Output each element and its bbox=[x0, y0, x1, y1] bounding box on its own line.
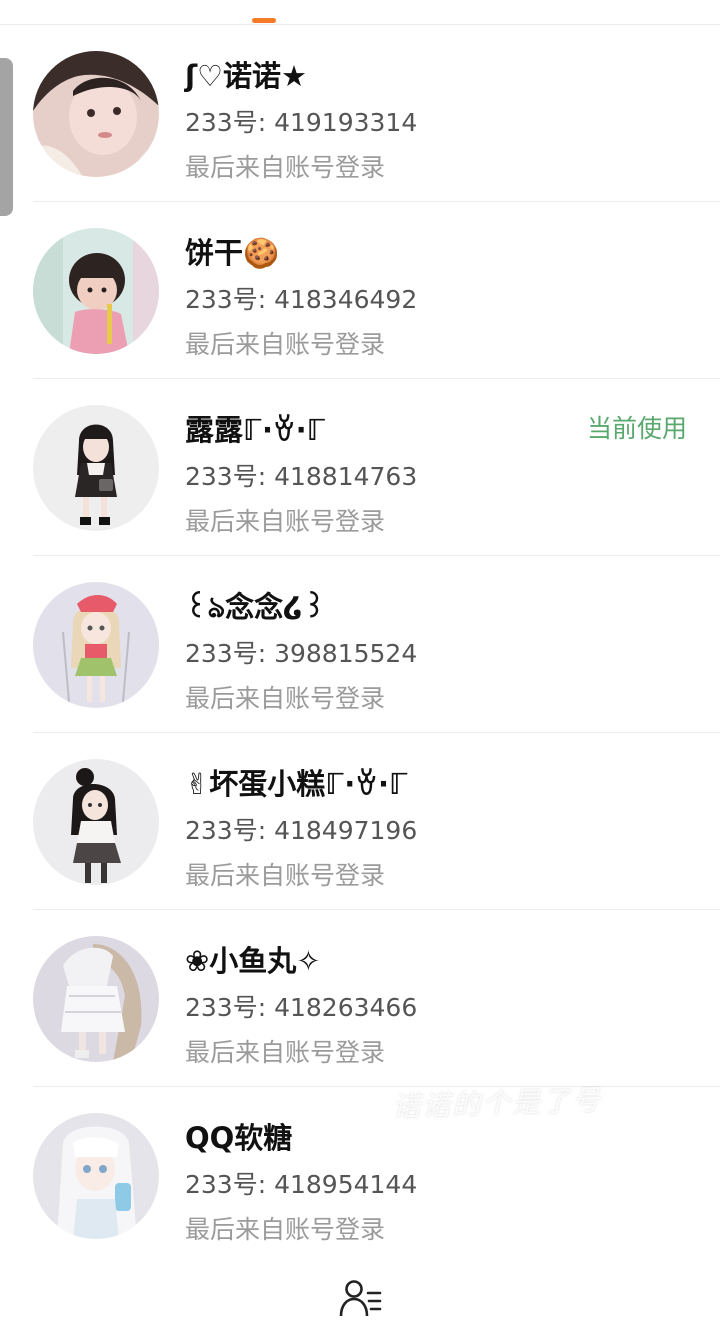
last-login-text: 最后来自账号登录 bbox=[185, 330, 386, 359]
current-account-badge: 当前使用 bbox=[586, 414, 687, 443]
account-item[interactable]: ✌坏蛋小糕ℾ·ꈊ·ℾ 233号: 418497196 最后来自账号登录 bbox=[0, 733, 720, 910]
avatar bbox=[33, 1113, 159, 1239]
account-name: ❀小鱼丸✧ bbox=[185, 944, 321, 978]
account-item[interactable]: 露露ℾ·ꈊ·ℾ 当前使用 233号: 418814763 最后来自账号登录 bbox=[0, 379, 720, 556]
last-login-text: 最后来自账号登录 bbox=[185, 1215, 386, 1244]
account-item[interactable]: 饼干🍪 233号: 418346492 最后来自账号登录 bbox=[0, 202, 720, 379]
avatar bbox=[33, 405, 159, 531]
last-login-text: 最后来自账号登录 bbox=[185, 507, 386, 536]
account-id: 233号: 398815524 bbox=[185, 639, 418, 668]
last-login-text: 最后来自账号登录 bbox=[185, 684, 386, 713]
account-name: ✌坏蛋小糕ℾ·ꈊ·ℾ bbox=[185, 767, 408, 801]
account-management-button[interactable] bbox=[338, 1278, 384, 1317]
account-id: 233号: 418346492 bbox=[185, 285, 418, 314]
account-item[interactable]: QQ软糖 233号: 418954144 最后来自账号登录 bbox=[0, 1087, 720, 1264]
avatar bbox=[33, 582, 159, 708]
avatar bbox=[33, 936, 159, 1062]
last-login-text: 最后来自账号登录 bbox=[185, 1038, 386, 1067]
account-name: 露露ℾ·ꈊ·ℾ bbox=[185, 413, 326, 447]
avatar bbox=[33, 759, 159, 885]
account-list: ʃ♡诺诺★ 233号: 419193314 最后来自账号登录 饼干🍪 233号:… bbox=[0, 25, 720, 1264]
user-list-icon bbox=[339, 1280, 382, 1317]
account-item[interactable]: ʃ♡诺诺★ 233号: 419193314 最后来自账号登录 bbox=[0, 25, 720, 202]
tab-indicator bbox=[252, 18, 276, 23]
account-id: 233号: 418954144 bbox=[185, 1170, 418, 1199]
account-name: ʃ♡诺诺★ bbox=[185, 59, 308, 93]
account-id: 233号: 419193314 bbox=[185, 108, 418, 137]
last-login-text: 最后来自账号登录 bbox=[185, 861, 386, 890]
account-item[interactable]: ꒰ঌ念念໒꒱ 233号: 398815524 最后来自账号登录 bbox=[0, 556, 720, 733]
account-id: 233号: 418263466 bbox=[185, 993, 418, 1022]
account-item[interactable]: ❀小鱼丸✧ 233号: 418263466 最后来自账号登录 bbox=[0, 910, 720, 1087]
watermark-text: 诺诺的个是了号 bbox=[391, 1083, 603, 1124]
account-name: QQ软糖 bbox=[185, 1121, 293, 1155]
last-login-text: 最后来自账号登录 bbox=[185, 153, 386, 182]
account-name: 饼干🍪 bbox=[185, 236, 280, 270]
avatar bbox=[33, 51, 159, 177]
account-id: 233号: 418497196 bbox=[185, 816, 418, 845]
avatar bbox=[33, 228, 159, 354]
account-id: 233号: 418814763 bbox=[185, 462, 418, 491]
account-name: ꒰ঌ念念໒꒱ bbox=[185, 590, 326, 624]
